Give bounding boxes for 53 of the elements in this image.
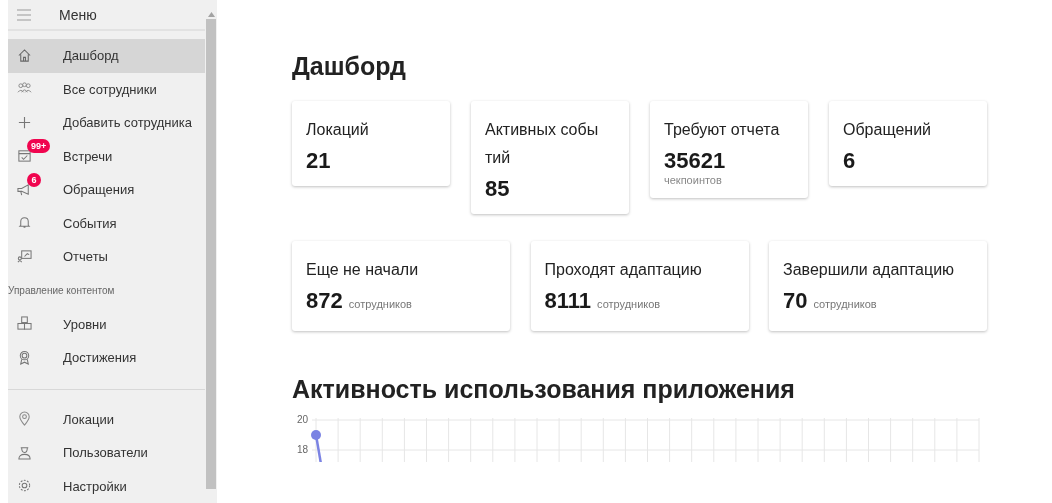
scrollbar-thumb[interactable] — [206, 19, 216, 489]
card-value: 6 — [843, 148, 856, 174]
user-icon — [17, 444, 32, 460]
card-value: 8111 — [544, 288, 591, 314]
card-label: Обращений — [843, 120, 932, 140]
gear-icon — [17, 478, 32, 494]
sidebar-item[interactable]: Настройки — [8, 469, 205, 503]
calendar-icon — [17, 148, 32, 164]
sidebar-item[interactable]: Дашборд — [8, 39, 205, 73]
sidebar-item[interactable]: Достижения — [8, 341, 205, 375]
sidebar-item[interactable]: Пользователи — [8, 436, 205, 470]
sidebar-item[interactable]: События — [8, 206, 205, 240]
card-label: Требуют отчета — [664, 120, 781, 140]
card-label: Еще не начали — [306, 260, 420, 280]
card-label: Проходят адаптацию — [544, 260, 703, 280]
chart-line-drawing — [311, 430, 323, 462]
sidebar-item[interactable]: Уровни — [8, 307, 205, 341]
home-icon — [17, 47, 32, 63]
menu-title: Меню — [59, 6, 97, 23]
scroll-up-icon[interactable] — [207, 12, 215, 17]
count-badge: 6 — [27, 172, 41, 187]
card-value: 85 — [485, 176, 510, 202]
card-value: 872 — [306, 288, 343, 314]
sidebar-item[interactable]: Локации — [8, 402, 205, 436]
sidebar-item[interactable]: Добавить сотрудника — [8, 106, 205, 140]
card-value: 21 — [306, 148, 331, 174]
section-title: Активность использования приложения — [292, 375, 796, 404]
sidebar-item[interactable]: 99+ Встречи — [8, 139, 205, 173]
card-unit: сотрудников — [597, 298, 661, 310]
card-unit: сотрудников — [813, 298, 877, 310]
bell-icon — [17, 215, 32, 231]
card-label: Локаций — [306, 120, 370, 140]
card-caption: чекпоинтов — [664, 174, 723, 186]
megaphone-icon — [17, 181, 32, 197]
card-value: 70 — [783, 288, 808, 314]
card-unit: сотрудников — [348, 298, 412, 310]
sidebar-item[interactable]: Все сотрудники — [8, 72, 205, 106]
card-label: Активных собы тий — [485, 120, 600, 168]
axis-tick: 20 — [296, 414, 308, 425]
boxes-icon — [17, 316, 32, 332]
award-icon — [17, 349, 32, 365]
sidebar-item[interactable]: Отчеты — [8, 240, 205, 274]
axis-tick: 18 — [296, 444, 308, 455]
card-value: 35621 — [664, 148, 726, 174]
card-label: Завершили адаптацию — [783, 260, 956, 280]
pin-icon — [17, 411, 32, 427]
page-title: Дашборд — [292, 52, 407, 81]
sidebar-item[interactable]: 6 Обращения — [8, 173, 205, 207]
report-icon — [17, 248, 32, 264]
menu-icon[interactable] — [17, 8, 31, 21]
section-label: Управление контентом — [8, 284, 116, 298]
count-badge: 99+ — [27, 139, 51, 154]
plus-icon — [17, 114, 32, 130]
